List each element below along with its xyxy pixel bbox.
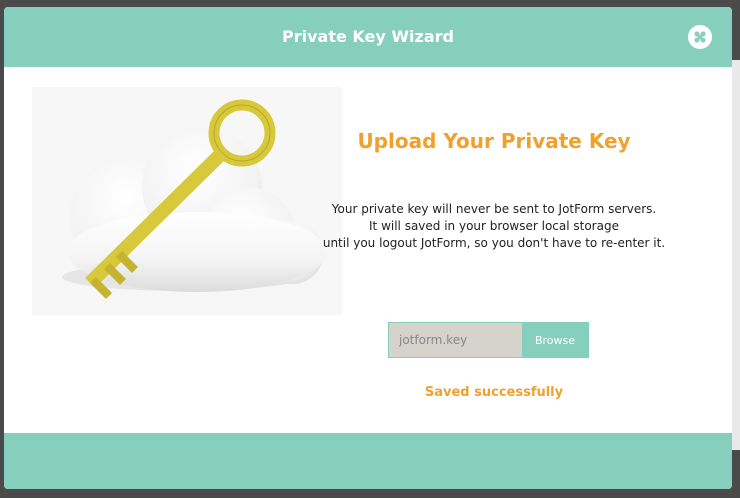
description-line: It will saved in your browser local stor… <box>369 219 619 233</box>
description-text: Your private key will never be sent to J… <box>304 201 684 252</box>
status-message: Saved successfully <box>424 385 564 400</box>
description-line: until you logout JotForm, so you don't h… <box>322 236 666 250</box>
upload-heading: Upload Your Private Key <box>357 129 631 153</box>
close-button[interactable] <box>688 25 712 49</box>
dialog-body: Upload Your Private Key Your private key… <box>4 67 732 433</box>
dialog-header: Private Key Wizard <box>4 7 732 67</box>
dialog-footer <box>4 433 732 489</box>
private-key-file-input[interactable] <box>389 323 522 357</box>
key-cloud-illustration <box>32 87 342 315</box>
browse-button[interactable]: Browse <box>522 323 588 357</box>
file-upload-row: Browse <box>388 322 589 358</box>
dialog-title: Private Key Wizard <box>282 27 454 46</box>
private-key-wizard-dialog: Private Key Wizard Upload Your Private K… <box>4 7 732 489</box>
description-line: Your private key will never be sent to J… <box>331 202 657 216</box>
close-icon <box>694 31 706 43</box>
